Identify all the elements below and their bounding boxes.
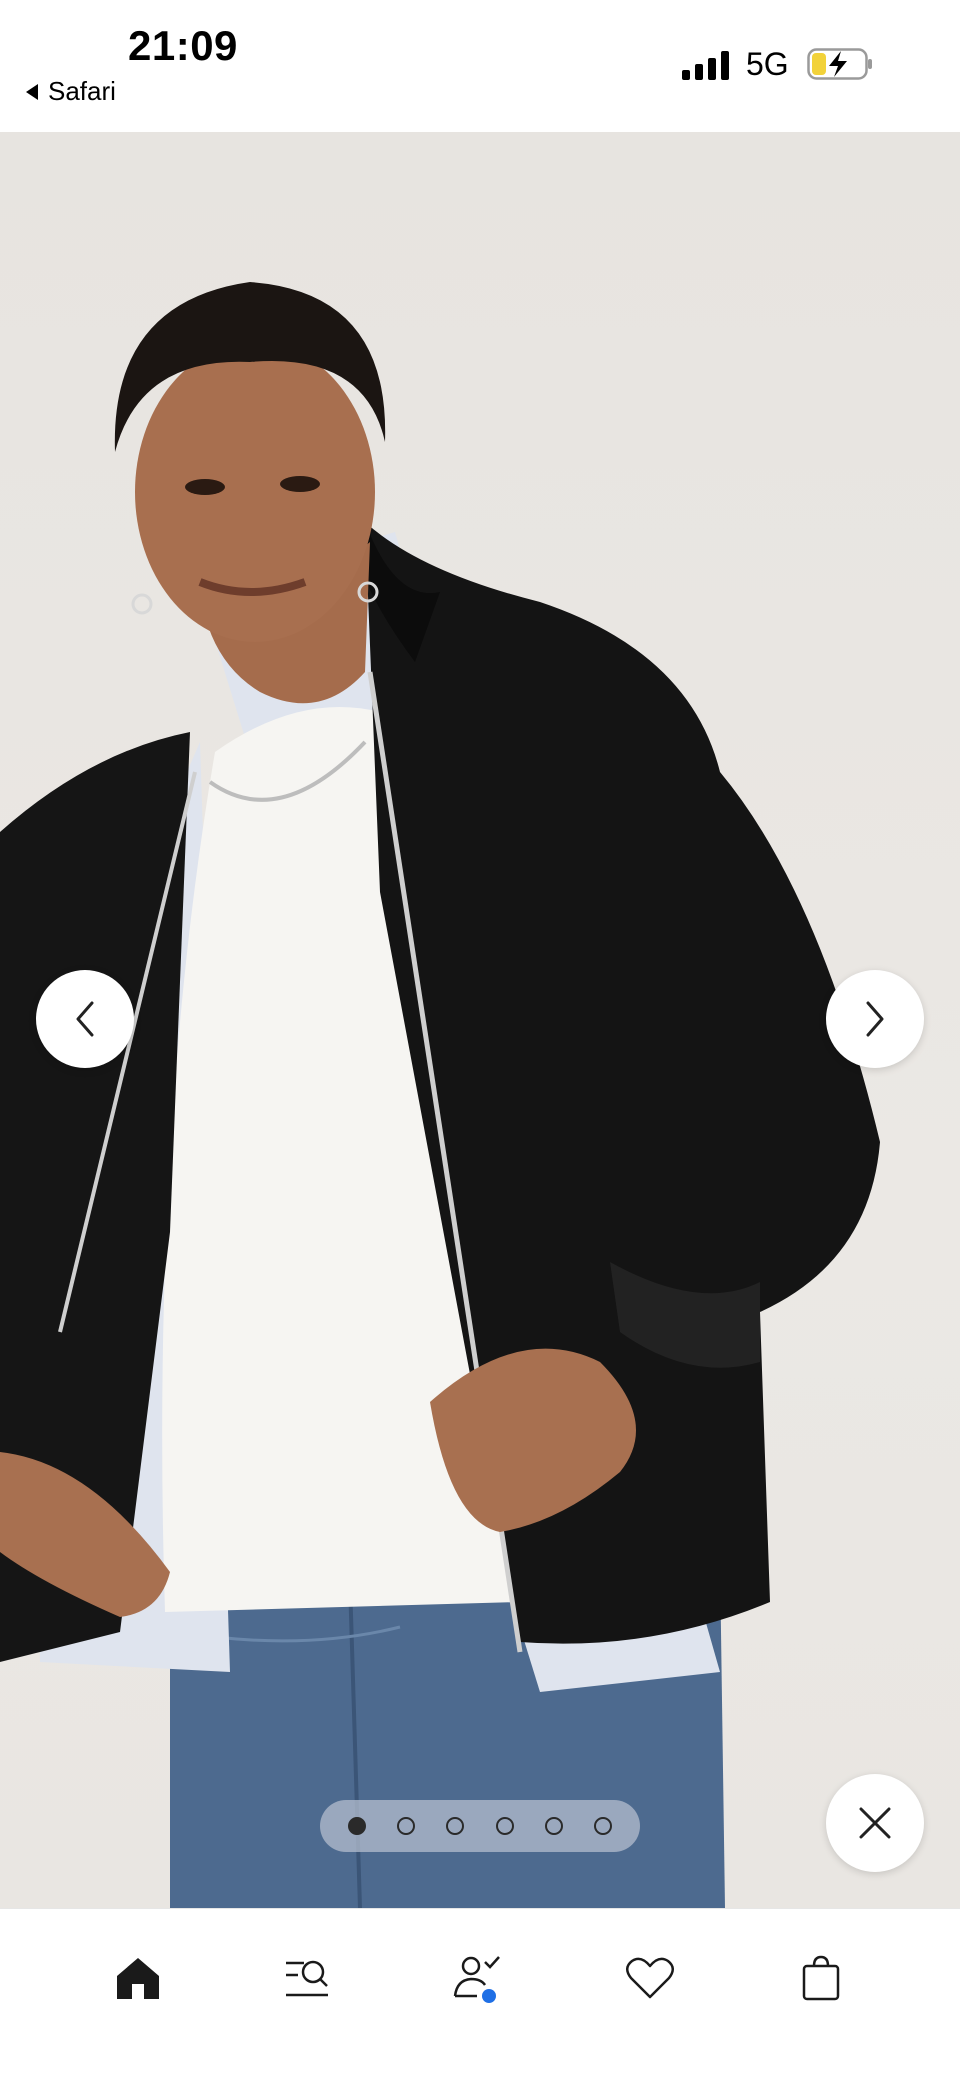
pagination-dot[interactable] (446, 1817, 465, 1835)
back-triangle-icon (26, 83, 38, 100)
tab-search[interactable] (272, 1943, 342, 2013)
search-icon (286, 1960, 328, 1997)
tab-bag[interactable] (786, 1943, 856, 2013)
chevron-left-icon (76, 1001, 94, 1037)
close-icon (859, 1807, 891, 1839)
pagination-dot[interactable] (347, 1817, 366, 1835)
battery-charging-icon (807, 48, 872, 80)
close-gallery-button[interactable] (826, 1774, 924, 1872)
tab-home[interactable] (103, 1943, 173, 2013)
signal-icon (682, 50, 732, 80)
pagination-dot[interactable] (594, 1817, 613, 1835)
next-image-button[interactable] (826, 970, 924, 1068)
home-icon (117, 1958, 159, 1999)
image-pagination (320, 1800, 640, 1852)
shopping-bag-icon (802, 1955, 840, 2001)
chevron-right-icon (866, 1001, 884, 1037)
product-photo (0, 282, 880, 1908)
back-app-label: Safari (48, 76, 116, 106)
tab-favorites[interactable] (615, 1943, 685, 2013)
previous-image-button[interactable] (36, 970, 134, 1068)
pagination-dot[interactable] (544, 1817, 563, 1835)
tab-account[interactable] (443, 1943, 513, 2013)
back-to-app-link[interactable]: Safari (26, 76, 116, 107)
pagination-dot[interactable] (396, 1817, 415, 1835)
status-time: 21:09 (128, 22, 238, 69)
network-type: 5G (746, 46, 789, 82)
pagination-dot[interactable] (495, 1817, 514, 1835)
bottom-tab-bar (0, 1908, 960, 2082)
product-image-gallery[interactable] (0, 132, 960, 1908)
status-bar: 21:09 Safari 5G (0, 0, 960, 132)
account-check-icon (453, 1956, 500, 2003)
heart-icon (626, 1957, 674, 1999)
